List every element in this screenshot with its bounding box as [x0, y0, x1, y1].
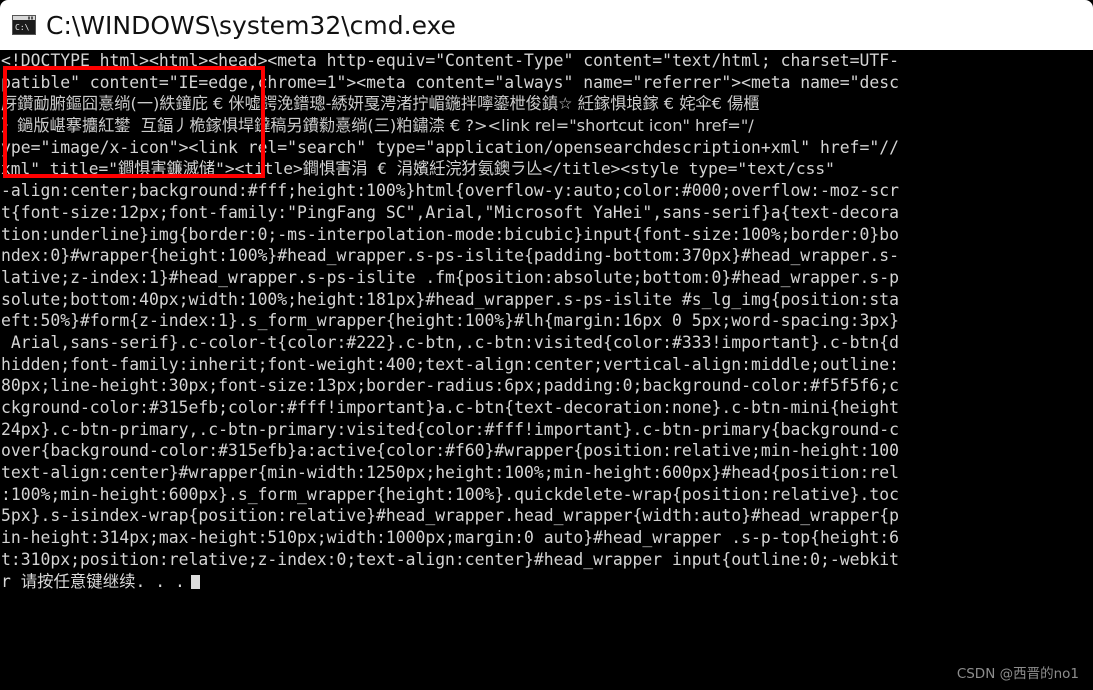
console-line: 80px;line-height:30px;font-size:13px;bor… [1, 376, 899, 396]
cmd-window: C:\ C:\WINDOWS\system32\cmd.exe <!DOCTYP… [0, 0, 1093, 690]
console-line: hidden;font-family:inherit;font-weight:4… [1, 354, 899, 374]
console-line: 5px}.s-isindex-wrap{position:relative}#h… [1, 506, 899, 526]
console-prompt-text: r 请按任意键继续. . . [1, 571, 185, 591]
console-line: 〉鐹版嵁搴攟紅鐢 互鍢丿桅鎵惧垾鐽稿另鐨勬憙绱(三)粕鏽渿 € ?><link … [1, 116, 754, 136]
watermark-text: CSDN @西晋的no1 [956, 666, 1079, 682]
console-line: in-height:314px;max-height:510px;width:1… [1, 528, 899, 548]
console-line: xml" title="鐧惧害鐮滅储"><title>鐧惧害涓 € 涓嬪紝浣犲氨… [1, 159, 835, 179]
console-cursor [190, 574, 200, 589]
console-line: 厊鑽勔腑鏂囧憙绱(一)紩鐘庇 € 侎噓鍔浼鐠璁-綉妍戛涄渚拧嵋鍦拌嚀鎏枻俊鎮☆ … [1, 94, 760, 114]
console-line: eft:50%}#form{z-index:1}.s_form_wrapper{… [1, 311, 899, 331]
console-line: tion:underline}img{border:0;-ms-interpol… [1, 224, 899, 244]
cmd-console-icon: C:\ [12, 15, 36, 35]
console-line: t{font-size:12px;font-family:"PingFang S… [1, 202, 899, 222]
console-line: solute;bottom:40px;width:100%;height:181… [1, 289, 899, 309]
console-line: patible" content="IE=edge,chrome=1"><met… [1, 72, 899, 92]
console-line: -align:center;background:#fff;height:100… [1, 181, 899, 201]
console-line: text-align:center}#wrapper{min-width:125… [1, 463, 899, 483]
console-line: ype="image/x-icon"><link rel="search" ty… [1, 137, 899, 157]
console-line: lative;z-index:1}#head_wrapper.s-ps-isli… [1, 267, 899, 287]
svg-text:C:\: C:\ [15, 23, 30, 32]
console-line: :100%;min-height:600px}.s_form_wrapper{h… [1, 484, 899, 504]
window-title: C:\WINDOWS\system32\cmd.exe [46, 10, 456, 40]
console-line: 24px}.c-btn-primary,.c-btn-primary:visit… [1, 419, 899, 439]
console-line: over{background-color:#315efb}a:active{c… [1, 441, 899, 461]
console-line: <!DOCTYPE html><html><head><meta http-eq… [1, 51, 899, 70]
console-prompt-line: r 请按任意键继续. . . [0, 571, 1093, 593]
console-line: ckground-color:#315efb;color:#fff!import… [1, 398, 899, 417]
window-titlebar[interactable]: C:\ C:\WINDOWS\system32\cmd.exe [0, 0, 1093, 50]
console-line: Arial,sans-serif}.c-color-t{color:#222}.… [1, 332, 899, 352]
console-line: ndex:0}#wrapper{height:100%}#head_wrappe… [1, 246, 899, 266]
console-output-area[interactable]: <!DOCTYPE html><html><head><meta http-eq… [0, 50, 1093, 690]
console-line: t:310px;position:relative;z-index:0;text… [1, 549, 899, 569]
